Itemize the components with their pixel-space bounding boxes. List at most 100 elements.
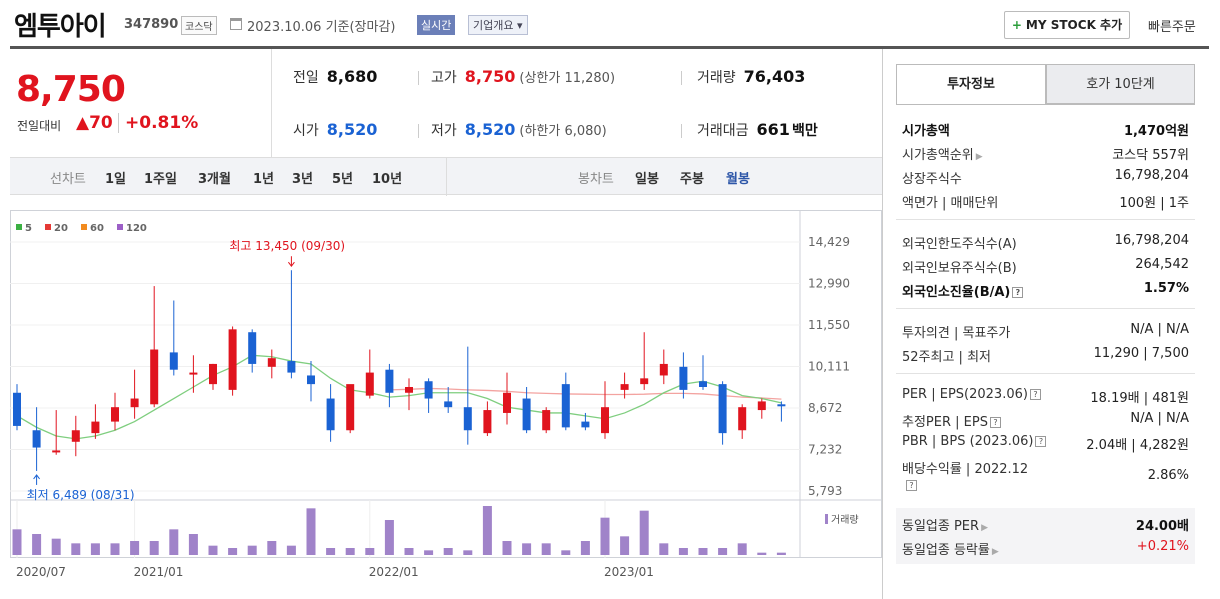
info-value: 24.00배 bbox=[1135, 519, 1189, 534]
realtime-button[interactable]: 실시간 bbox=[417, 15, 456, 35]
upper-limit: (상한가 11,280) bbox=[519, 71, 616, 86]
candle-body bbox=[209, 363, 217, 385]
candle-body bbox=[52, 450, 61, 453]
x-tick-label: 2020/07 bbox=[16, 565, 66, 579]
quote-value: 8,520 bbox=[326, 120, 378, 139]
info-row-industry-rate[interactable]: 동일업종 등락률 ▶ +0.21% bbox=[902, 539, 1189, 561]
candle-body bbox=[189, 372, 198, 375]
period-1d[interactable]: 1일 bbox=[105, 168, 126, 187]
tab-invest-info[interactable]: 투자정보 bbox=[896, 64, 1046, 104]
help-icon[interactable]: ? bbox=[989, 417, 1001, 428]
quick-order-link[interactable]: 빠른주문 bbox=[1148, 16, 1196, 35]
volume-bar bbox=[757, 552, 767, 555]
info-row-mcap: 시가총액 1,470억원 bbox=[902, 120, 1189, 142]
y-tick-label: 14,429 bbox=[808, 235, 850, 249]
volume-legend-swatch bbox=[825, 514, 828, 524]
info-value: 264,542 bbox=[1135, 257, 1189, 272]
legend-swatch bbox=[45, 224, 51, 230]
info-row-industry-per[interactable]: 동일업종 PER ▶ 24.00배 bbox=[902, 515, 1189, 537]
volume-bar bbox=[659, 543, 669, 555]
candle-body bbox=[365, 372, 374, 396]
info-value: 16,798,204 bbox=[1114, 168, 1189, 183]
quote-separator bbox=[418, 124, 419, 138]
info-value: 16,798,204 bbox=[1114, 233, 1189, 248]
stock-header: 엠투아이 347890 코스닥 2023.10.06 기준(장마감) 실시간 기… bbox=[0, 0, 1220, 46]
quote-value: 661 bbox=[756, 120, 790, 139]
info-label: PBR | BPS (2023.06)? bbox=[902, 434, 1047, 449]
candle-body bbox=[757, 401, 766, 411]
arrow-right-icon: ▶ bbox=[975, 152, 983, 162]
volume-bar bbox=[522, 543, 532, 555]
info-label: 외국인소진율(B/A)? bbox=[902, 281, 1024, 300]
candle-body bbox=[307, 375, 315, 385]
quote-prev-close: 전일 8,680 bbox=[293, 67, 377, 87]
tab-hoga[interactable]: 호가 10단계 bbox=[1046, 64, 1195, 104]
arrow-right-icon: ▶ bbox=[991, 547, 999, 557]
period-weekly[interactable]: 주봉 bbox=[680, 168, 704, 187]
prev-change-label: 전일대비 bbox=[17, 119, 62, 133]
info-row-foreign-limit: 외국인한도주식수(A) 16,798,204 bbox=[902, 233, 1189, 255]
info-label: 추정PER | EPS? bbox=[902, 411, 1001, 430]
info-label: 상장주식수 bbox=[902, 172, 962, 187]
candle-body bbox=[738, 407, 747, 431]
legend-label: 60 bbox=[90, 223, 104, 234]
info-label: 액면가 | 매매단위 bbox=[902, 196, 999, 211]
quote-low: 저가 8,520 (하한가 6,080) bbox=[431, 120, 607, 140]
y-tick-label: 5,793 bbox=[808, 484, 842, 498]
info-label: 외국인보유주식수(B) bbox=[902, 261, 1017, 276]
info-divider bbox=[896, 219, 1195, 220]
y-tick-label: 11,550 bbox=[808, 318, 850, 332]
stock-name: 엠투아이 bbox=[14, 12, 107, 42]
y-tick-label: 10,111 bbox=[808, 360, 850, 374]
period-3y[interactable]: 3년 bbox=[292, 168, 313, 187]
volume-bar bbox=[718, 548, 728, 555]
volume-bar bbox=[541, 543, 551, 555]
volume-bar bbox=[384, 520, 394, 555]
info-row-mcap-rank[interactable]: 시가총액순위 ▶ 코스닥 557위 bbox=[902, 144, 1189, 166]
info-label: PER | EPS(2023.06)? bbox=[902, 387, 1041, 402]
help-icon[interactable]: ? bbox=[906, 480, 917, 491]
info-label-text: PER | EPS(2023.06) bbox=[902, 387, 1028, 402]
candle-chart-label: 봉차트 bbox=[578, 172, 614, 187]
candle-body bbox=[699, 381, 707, 388]
candle-body bbox=[718, 384, 727, 434]
info-label-text: PBR | BPS (2023.06) bbox=[902, 434, 1034, 449]
quote-label: 거래대금 bbox=[697, 123, 749, 139]
volume-bar bbox=[639, 510, 649, 555]
info-label: 52주최고 | 최저 bbox=[902, 350, 991, 365]
company-info-button[interactable]: 기업개요 ▾ bbox=[468, 15, 528, 35]
period-3m[interactable]: 3개월 bbox=[198, 168, 231, 187]
period-5y[interactable]: 5년 bbox=[332, 168, 353, 187]
period-1w[interactable]: 1주일 bbox=[144, 168, 177, 187]
info-value: 1.57% bbox=[1143, 281, 1189, 296]
quote-label: 거래량 bbox=[697, 70, 736, 86]
candle-body bbox=[542, 410, 551, 431]
volume-bar bbox=[267, 541, 277, 555]
legend-swatch bbox=[117, 224, 123, 230]
volume-bar bbox=[698, 548, 708, 555]
volume-bar bbox=[51, 538, 61, 555]
info-row-52week: 52주최고 | 최저 11,290 | 7,500 bbox=[902, 346, 1189, 368]
info-value: 코스닥 557위 bbox=[1112, 148, 1189, 163]
volume-bar bbox=[678, 548, 688, 555]
help-icon[interactable]: ? bbox=[1012, 287, 1024, 298]
help-icon[interactable]: ? bbox=[1035, 436, 1047, 447]
quote-separator bbox=[681, 124, 682, 138]
volume-bar bbox=[326, 548, 336, 555]
volume-bar bbox=[482, 506, 492, 555]
period-daily[interactable]: 일봉 bbox=[635, 168, 659, 187]
quote-volume: 거래량 76,403 bbox=[697, 67, 805, 87]
lower-limit: (하한가 6,080) bbox=[519, 124, 607, 139]
amount-unit: 백만 bbox=[791, 123, 818, 139]
period-1y[interactable]: 1년 bbox=[253, 168, 274, 187]
period-10y[interactable]: 10년 bbox=[372, 168, 402, 187]
info-row-est-per: 추정PER | EPS? N/A | N/A bbox=[902, 411, 1189, 433]
volume-bar bbox=[365, 548, 375, 555]
add-mystock-button[interactable]: + MY STOCK 추가 bbox=[1004, 11, 1130, 39]
plus-icon: + bbox=[1011, 18, 1022, 32]
candle-body bbox=[522, 398, 531, 431]
quote-label: 전일 bbox=[293, 70, 319, 86]
candle-body bbox=[267, 358, 276, 367]
period-monthly[interactable]: 월봉 bbox=[726, 168, 750, 187]
help-icon[interactable]: ? bbox=[1029, 389, 1041, 400]
